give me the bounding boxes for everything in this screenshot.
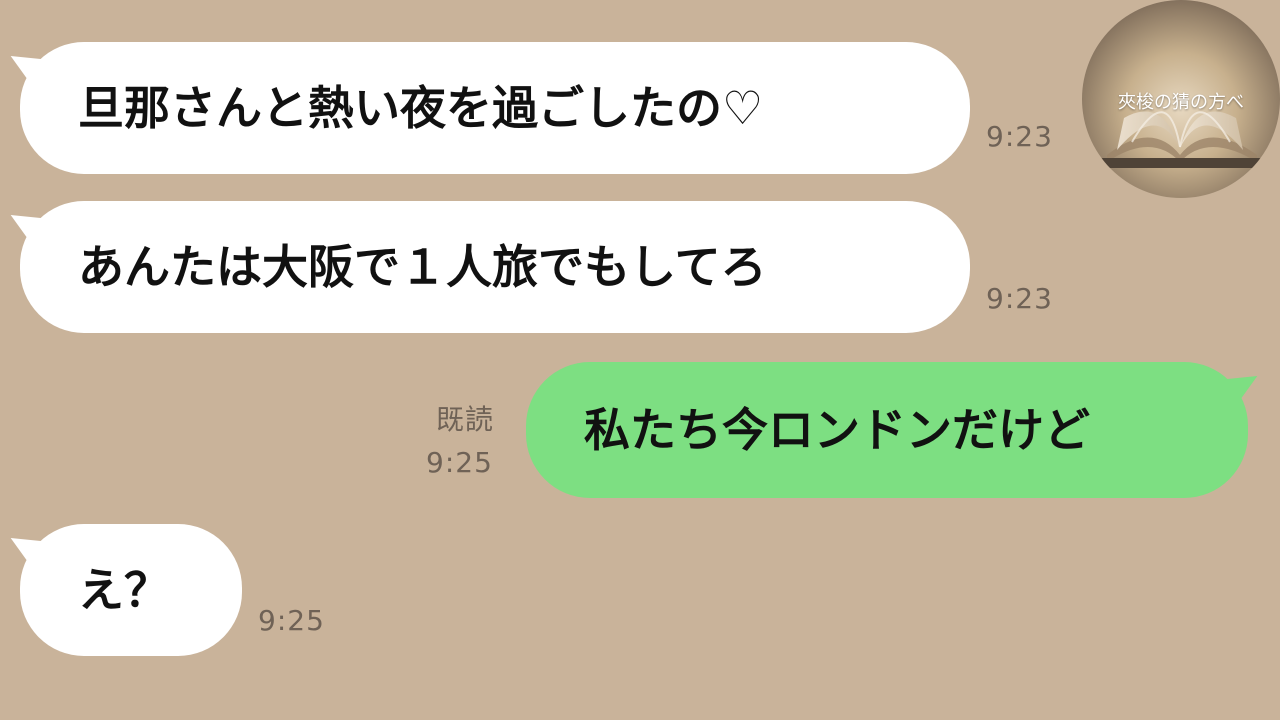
contact-avatar[interactable]: 夾梭の猜の方べ: [1082, 0, 1280, 198]
incoming-message-1[interactable]: 旦那さんと熱い夜を過ごしたの♡: [20, 42, 970, 174]
chat-thread: 夾梭の猜の方べ 旦那さんと熱い夜を過ごしたの♡ 9:23 あんたは大阪で１人旅で…: [0, 0, 1280, 720]
message-time: 9:23: [986, 120, 1053, 153]
read-receipt: 既読: [436, 403, 495, 436]
incoming-message-2[interactable]: あんたは大阪で１人旅でもしてろ: [20, 201, 970, 333]
outgoing-message[interactable]: 私たち今ロンドンだけど: [526, 362, 1248, 498]
message-text: 旦那さんと熱い夜を過ごしたの♡: [78, 81, 764, 135]
incoming-message-3[interactable]: え？: [20, 524, 242, 656]
avatar-label: 夾梭の猜の方べ: [1118, 92, 1244, 113]
message-time: 9:25: [258, 604, 325, 637]
message-text: あんたは大阪で１人旅でもしてろ: [78, 240, 767, 294]
message-time: 9:25: [426, 446, 493, 479]
message-time: 9:23: [986, 282, 1053, 315]
message-text: え？: [78, 563, 170, 617]
message-text: 私たち今ロンドンだけど: [584, 403, 1090, 457]
